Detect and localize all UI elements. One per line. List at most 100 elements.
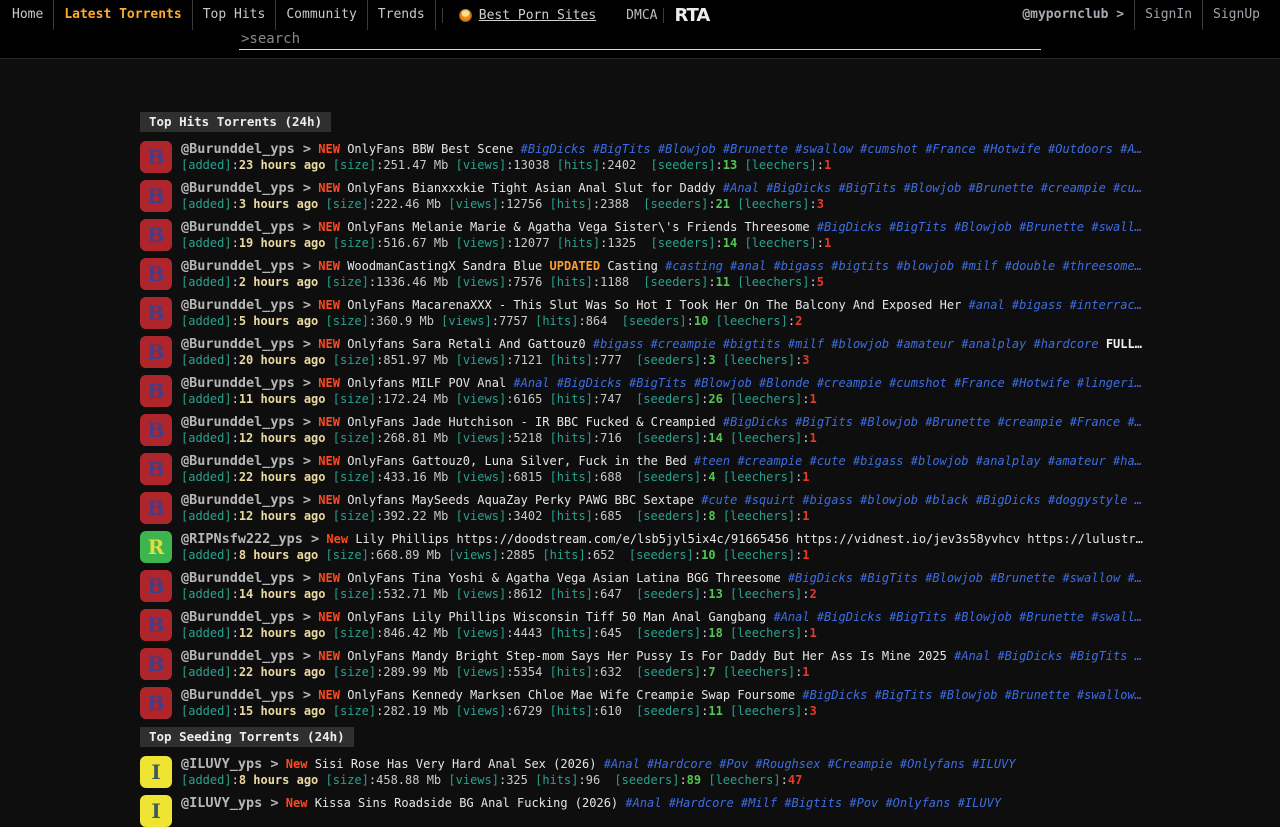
username-link[interactable]: @Burunddel_yps > — [181, 297, 311, 313]
username-link[interactable]: @Burunddel_yps > — [181, 141, 311, 157]
stat-label-leechers: [leechers] — [730, 392, 802, 406]
torrent-title[interactable]: WoodmanCastingX Sandra Blue — [347, 259, 542, 273]
stat-value-leechers: 1 — [802, 548, 809, 562]
username-link[interactable]: @Burunddel_yps > — [181, 219, 311, 235]
torrent-title[interactable]: OnlyFans Bianxxxkie Tight Asian Anal Slu… — [347, 181, 715, 195]
torrent-row: B@Burunddel_yps > NEW OnlyFans Lily Phil… — [140, 609, 1280, 641]
stat-value-added: 22 hours ago — [239, 665, 326, 679]
stat-label-seeders: [seeders] — [622, 314, 687, 328]
stat-value-views: 5218 — [513, 431, 542, 445]
username-link[interactable]: @Burunddel_yps > — [181, 492, 311, 508]
username-link[interactable]: @Burunddel_yps > — [181, 414, 311, 430]
user-avatar[interactable]: B — [140, 414, 172, 446]
stat-value-views: 6815 — [513, 470, 542, 484]
torrent-tags[interactable]: #Anal #BigDicks #BigTits #Blowjob #Brune… — [723, 181, 1142, 195]
torrent-row: B@Burunddel_yps > NEW OnlyFans Melanie M… — [140, 219, 1280, 251]
username-link[interactable]: @Burunddel_yps > — [181, 648, 311, 664]
user-avatar[interactable]: I — [140, 756, 172, 788]
torrent-title[interactable]: OnlyFans Mandy Bright Step-mom Says Her … — [347, 649, 947, 663]
user-avatar[interactable]: B — [140, 258, 172, 290]
user-avatar[interactable]: B — [140, 297, 172, 329]
new-badge: NEW — [318, 376, 340, 390]
stat-label-hits: [hits] — [550, 509, 593, 523]
torrent-tags[interactable]: #cute #squirt #bigass #blowjob #black #B… — [701, 493, 1142, 507]
user-avatar[interactable]: B — [140, 180, 172, 212]
nav-item-community[interactable]: Community — [276, 0, 367, 30]
user-avatar[interactable]: B — [140, 687, 172, 719]
user-avatar[interactable]: B — [140, 336, 172, 368]
torrent-tags[interactable]: #BigDicks #BigTits #Blowjob #Brunette #s… — [802, 688, 1142, 702]
torrent-tags[interactable]: #anal #bigass #interrac… — [969, 298, 1142, 312]
username-link[interactable]: @Burunddel_yps > — [181, 570, 311, 586]
stat-value-added: 8 hours ago — [239, 548, 318, 562]
dmca-link[interactable]: DMCA — [626, 8, 657, 23]
user-avatar[interactable]: B — [140, 609, 172, 641]
stat-label-leechers: [leechers] — [730, 587, 802, 601]
torrent-tags[interactable]: #bigass #creampie #bigtits #milf #blowjo… — [593, 337, 1099, 351]
best-porn-sites-link[interactable]: Best Porn Sites — [459, 8, 596, 23]
user-avatar[interactable]: B — [140, 570, 172, 602]
torrent-title[interactable]: Onlyfans Sara Retali And Gattouz0 — [347, 337, 585, 351]
torrent-title[interactable]: OnlyFans Tina Yoshi & Agatha Vega Asian … — [347, 571, 780, 585]
user-avatar[interactable]: B — [140, 648, 172, 680]
torrent-row: B@Burunddel_yps > NEW OnlyFans Kennedy M… — [140, 687, 1280, 719]
torrent-title[interactable]: Onlyfans MaySeeds AquaZay Perky PAWG BBC… — [347, 493, 694, 507]
username-link[interactable]: @Burunddel_yps > — [181, 687, 311, 703]
stat-value-added: 12 hours ago — [239, 431, 326, 445]
stat-value-seeders: 14 — [708, 431, 722, 445]
torrent-tags[interactable]: #BigDicks #BigTits #Blowjob #Brunette #c… — [723, 415, 1142, 429]
stat-value-added: 11 hours ago — [239, 392, 326, 406]
torrent-title[interactable]: Sisi Rose Has Very Hard Anal Sex (2026) — [315, 757, 597, 771]
stat-value-leechers: 2 — [795, 314, 802, 328]
torrent-title[interactable]: OnlyFans Gattouz0, Luna Silver, Fuck in … — [347, 454, 687, 468]
torrent-title[interactable]: OnlyFans Lily Phillips Wisconsin Tiff 50… — [347, 610, 766, 624]
torrent-tags[interactable]: #Anal #BigDicks #BigTits #Blowjob #Brune… — [773, 610, 1141, 624]
username-link[interactable]: @Burunddel_yps > — [181, 336, 311, 352]
user-avatar[interactable]: B — [140, 375, 172, 407]
torrent-title[interactable]: Kissa Sins Roadside BG Anal Fucking (202… — [315, 796, 618, 810]
nav-item-latest-torrents[interactable]: Latest Torrents — [54, 0, 192, 30]
torrent-tags[interactable]: #BigDicks #BigTits #Blowjob #Brunette #s… — [521, 142, 1142, 156]
signin-link[interactable]: SignIn — [1135, 0, 1203, 30]
torrent-title[interactable]: OnlyFans Jade Hutchison - IR BBC Fucked … — [347, 415, 715, 429]
stat-value-leechers: 3 — [810, 704, 817, 718]
torrent-title[interactable]: OnlyFans Kennedy Marksen Chloe Mae Wife … — [347, 688, 795, 702]
user-avatar[interactable]: B — [140, 453, 172, 485]
nav-item-trends[interactable]: Trends — [368, 0, 436, 30]
nav-item-home[interactable]: Home — [10, 0, 54, 30]
username-link[interactable]: @RIPNsfw222_yps > — [181, 531, 319, 547]
username-link[interactable]: @Burunddel_yps > — [181, 375, 311, 391]
torrent-tags[interactable]: #BigDicks #BigTits #Blowjob #Brunette #s… — [817, 220, 1142, 234]
user-avatar[interactable]: B — [140, 492, 172, 524]
nav-item-top-hits[interactable]: Top Hits — [193, 0, 277, 30]
torrent-title[interactable]: Casting — [607, 259, 658, 273]
user-avatar[interactable]: R — [140, 531, 172, 563]
torrent-title[interactable]: Onlyfans MILF POV Anal — [347, 376, 506, 390]
torrent-tags[interactable]: #Anal #BigDicks #BigTits #Blowjob #Blond… — [513, 376, 1142, 390]
torrent-tags[interactable]: #casting #anal #bigass #bigtits #blowjob… — [665, 259, 1142, 273]
username-link[interactable]: @Burunddel_yps > — [181, 258, 311, 274]
torrent-title[interactable]: OnlyFans MacarenaXXX - This Slut Was So … — [347, 298, 961, 312]
torrent-row: R@RIPNsfw222_yps > New Lily Phillips htt… — [140, 531, 1280, 563]
torrent-tags[interactable]: #Anal #BigDicks #BigTits … — [954, 649, 1142, 663]
search-input[interactable] — [239, 30, 1041, 50]
username-link[interactable]: @ILUVY_yps > — [181, 756, 279, 772]
username-link[interactable]: @ILUVY_yps > — [181, 795, 279, 811]
account-name[interactable]: @mypornclub > — [1012, 0, 1135, 30]
stat-value-seeders: 26 — [708, 392, 722, 406]
torrent-tags[interactable]: #teen #creampie #cute #bigass #blowjob #… — [694, 454, 1142, 468]
username-link[interactable]: @Burunddel_yps > — [181, 609, 311, 625]
torrent-tags[interactable]: #Anal #Hardcore #Pov #Roughsex #Creampie… — [604, 757, 1016, 771]
torrent-title[interactable]: Lily Phillips https://doodstream.com/e/l… — [355, 532, 1142, 546]
torrent-title[interactable]: OnlyFans BBW Best Scene — [347, 142, 513, 156]
user-avatar[interactable]: B — [140, 141, 172, 173]
username-link[interactable]: @Burunddel_yps > — [181, 180, 311, 196]
username-link[interactable]: @Burunddel_yps > — [181, 453, 311, 469]
torrent-tags[interactable]: #Anal #Hardcore #Milf #Bigtits #Pov #Onl… — [625, 796, 1001, 810]
stat-label-size: [size] — [333, 392, 376, 406]
torrent-title[interactable]: OnlyFans Melanie Marie & Agatha Vega Sis… — [347, 220, 809, 234]
user-avatar[interactable]: B — [140, 219, 172, 251]
torrent-tags[interactable]: #BigDicks #BigTits #Blowjob #Brunette #s… — [788, 571, 1142, 585]
title-suffix: FULL… — [1106, 337, 1142, 351]
signup-link[interactable]: SignUp — [1203, 0, 1270, 30]
